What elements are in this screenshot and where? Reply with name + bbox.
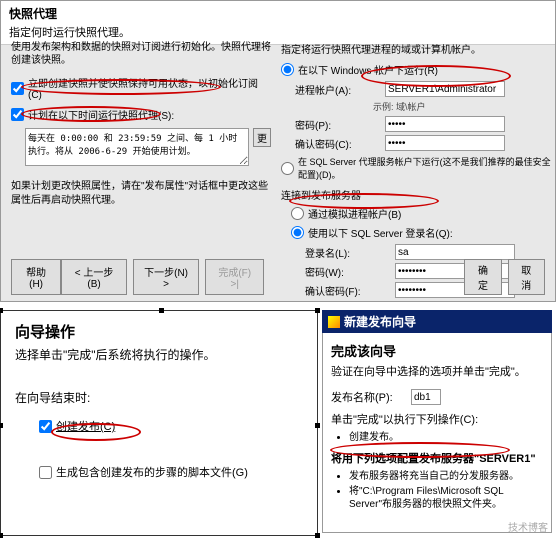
impersonate-label: 通过模拟进程帐户(B) [308,206,401,221]
gen-script-checkbox[interactable] [39,466,52,479]
confirm-password-label: 确认密码(C): [295,136,385,151]
config-item-1: 发布服务器将充当自己的分发服务器。 [349,470,543,483]
create-snapshot-checkbox[interactable] [11,82,24,95]
config-item-2: 将"C:\Program Files\Microsoft SQL Server"… [349,485,543,511]
process-account-input[interactable] [385,81,505,97]
dialog-subtitle: 指定何时运行快照代理。 [9,24,547,40]
confirm-password-input[interactable] [385,135,505,151]
finish-button: 完成(F) >| [205,259,264,295]
sqlagent-label: 在 SQL Server 代理服务帐户下运行(这不是我们推荐的最佳安全配置)(D… [298,155,551,181]
windows-account-radio[interactable] [281,63,294,76]
pub-name-label: 发布名称(P): [331,389,411,405]
create-snapshot-label: 立即创建快照并使快照保持可用状态，以初始化订阅(C) [28,75,271,101]
sqlagent-radio[interactable] [281,162,294,175]
wizard-ops-title: 向导操作 [15,321,303,342]
wizard-end-label: 在向导结束时: [15,389,303,406]
note-text: 如果计划更改快照属性，请在"发布属性"对话框中更改这些属性后再启动快照代理。 [11,180,271,208]
dialog-title: 快照代理 [9,5,547,22]
ok-button[interactable]: 确定 [464,259,501,295]
sqllogin-radio[interactable] [291,226,304,239]
config-label: 将用下列选项配置发布服务器"SERVER1" [331,450,543,466]
create-pub-label: 创建发布(C) [56,418,115,434]
actions-label: 单击"完成"以执行下列操作(C): [331,411,543,427]
login-input[interactable] [395,244,515,260]
sqllogin-label: 使用以下 SQL Server 登录名(Q): [308,225,453,240]
help-button[interactable]: 帮助(H) [11,259,61,295]
wizard-icon [328,316,340,328]
complete-title: 完成该向导 [331,341,543,360]
create-pub-checkbox[interactable] [39,420,52,433]
account-hint: 示例: 域\帐户 [373,100,426,113]
description-text: 使用发布架构和数据的快照对订阅进行初始化。快照代理将创建该快照。 [11,41,271,67]
process-account-label: 进程帐户(A): [295,82,385,97]
password-input[interactable] [385,116,505,132]
right-header-text: 指定将运行快照代理进程的域或计算机帐户。 [281,41,551,56]
action-item-1: 创建发布。 [349,431,543,444]
complete-sub: 验证在向导中选择的选项并单击"完成"。 [331,363,543,379]
change-button[interactable]: 更 [253,128,271,147]
pub-name-input[interactable] [411,389,441,405]
wizard-titlebar: 新建发布向导 [322,310,552,333]
schedule-label: 计划在以下时间运行快照代理(S): [28,107,174,122]
gen-script-label: 生成包含创建发布的步骤的脚本文件(G) [56,464,248,480]
wizard-ops-sub: 选择单击"完成"后系统将执行的操作。 [15,346,303,363]
next-button[interactable]: 下一步(N) > [133,259,199,295]
password-label: 密码(P): [295,117,385,132]
login-label: 登录名(L): [305,245,395,260]
back-button[interactable]: < 上一步(B) [61,259,127,295]
schedule-checkbox[interactable] [11,108,24,121]
schedule-textarea[interactable]: 每天在 0:00:00 和 23:59:59 之间、每 1 小时 执行。将从 2… [25,128,249,166]
cancel-button[interactable]: 取消 [508,259,545,295]
wizard-titlebar-text: 新建发布向导 [344,313,416,330]
connect-section-label: 连接到发布服务器 [281,187,551,202]
impersonate-radio[interactable] [291,207,304,220]
windows-account-label: 在以下 Windows 帐户下运行(R) [298,62,438,77]
